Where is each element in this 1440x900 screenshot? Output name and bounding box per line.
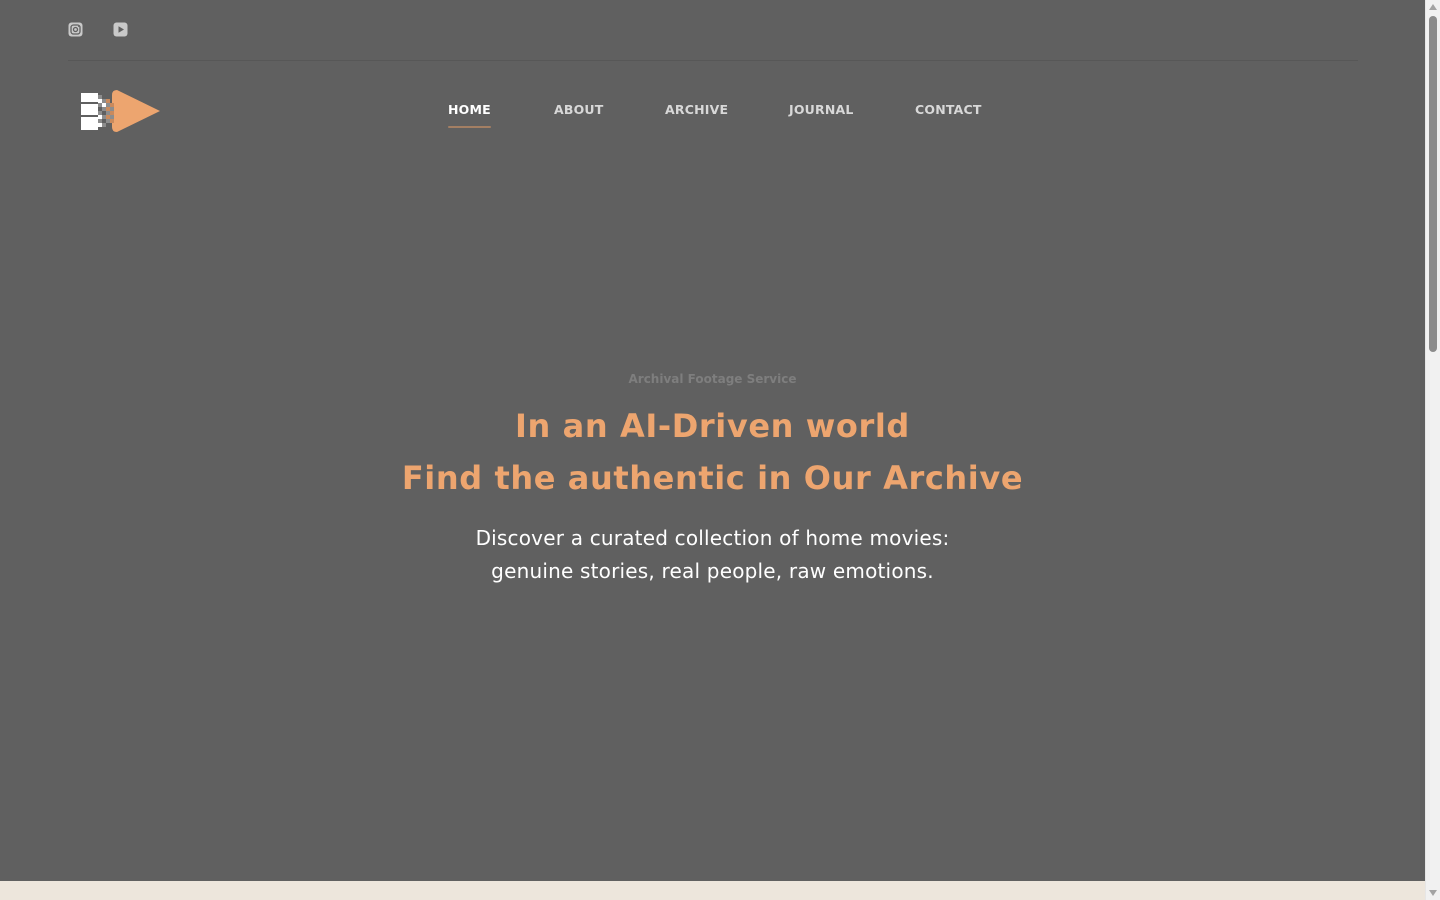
page: HOME ABOUT ARCHIVE JOURNAL CONTACT Archi… (0, 0, 1425, 900)
scroll-up-arrow-icon[interactable] (1429, 4, 1437, 10)
nav-item-contact[interactable]: CONTACT (915, 101, 982, 119)
scrollbar-thumb[interactable] (1429, 16, 1437, 352)
hero-subtitle: Discover a curated collection of home mo… (0, 522, 1425, 588)
nav-item-about[interactable]: ABOUT (554, 101, 604, 119)
instagram-icon[interactable] (68, 22, 83, 37)
main-nav: HOME ABOUT ARCHIVE JOURNAL CONTACT (0, 101, 1425, 131)
hero-headline-line2: Find the authentic in Our Archive (401, 459, 1024, 497)
nav-item-archive[interactable]: ARCHIVE (665, 101, 728, 119)
nav-item-home[interactable]: HOME (448, 101, 491, 128)
hero-eyebrow: Archival Footage Service (628, 372, 797, 386)
nav-item-label: JOURNAL (789, 102, 854, 117)
hero-section: HOME ABOUT ARCHIVE JOURNAL CONTACT Archi… (0, 0, 1425, 881)
youtube-icon[interactable] (113, 22, 128, 37)
hero-subtitle-line2: genuine stories, real people, raw emotio… (491, 559, 934, 583)
hero-headline: In an AI-Driven world Find the authentic… (0, 400, 1425, 504)
hero-headline-line1: In an AI-Driven world (515, 407, 910, 445)
scroll-down-arrow-icon[interactable] (1429, 890, 1437, 896)
hero-content: Archival Footage Service In an AI-Driven… (0, 370, 1425, 588)
nav-item-label: ARCHIVE (665, 102, 729, 117)
page-scrollbar[interactable] (1425, 0, 1440, 900)
nav-active-underline (448, 126, 491, 128)
next-section (0, 881, 1425, 900)
nav-item-label: CONTACT (915, 102, 982, 117)
nav-item-label: HOME (448, 102, 491, 117)
social-bar (68, 0, 1358, 61)
hero-subtitle-line1: Discover a curated collection of home mo… (475, 526, 950, 550)
nav-item-journal[interactable]: JOURNAL (789, 101, 854, 119)
nav-item-label: ABOUT (554, 102, 604, 117)
